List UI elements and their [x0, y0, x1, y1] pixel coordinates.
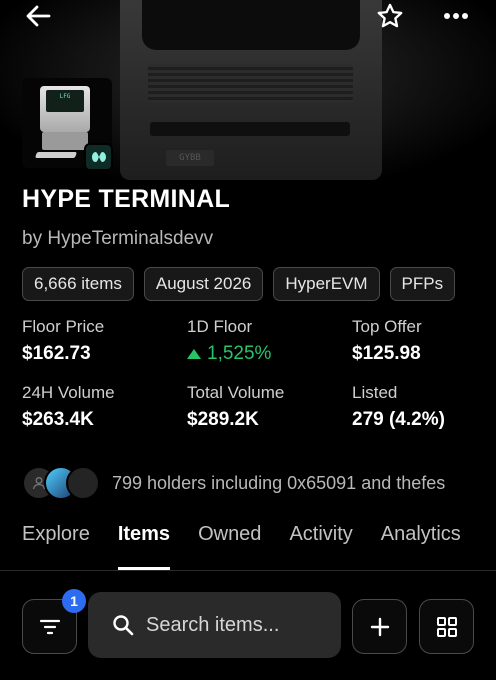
holders-summary[interactable]: 799 holders including 0x65091 and thefes: [22, 466, 445, 500]
avatar-screen-text: LFG: [46, 90, 84, 112]
banner-disk-slot: [150, 122, 350, 136]
tab-activity[interactable]: Activity: [261, 523, 352, 570]
plus-icon: [370, 617, 389, 636]
stat-label: Floor Price: [22, 317, 105, 336]
tab-explore[interactable]: Explore: [0, 523, 90, 570]
favorite-button[interactable]: [370, 0, 410, 32]
stat-label: Total Volume: [187, 383, 285, 402]
stat-value-change: 1,525%: [187, 343, 352, 365]
chip-chain[interactable]: HyperEVM: [273, 267, 380, 301]
stat-label: Top Offer: [352, 317, 422, 336]
banner-screen: [142, 0, 360, 50]
stat-value: 1,525%: [207, 343, 272, 364]
stat-label: Listed: [352, 383, 398, 402]
tab-owned[interactable]: Owned: [170, 523, 261, 570]
stat-value: $289.2K: [187, 409, 259, 430]
chain-badge: [84, 143, 113, 171]
stat-label: 1D Floor: [187, 317, 253, 336]
stat-24h-volume: 24H Volume $263.4K: [22, 383, 187, 431]
creator-link[interactable]: by HypeTerminalsdevv: [22, 228, 213, 250]
grid-view-button[interactable]: [419, 599, 474, 654]
more-dots-icon: [444, 13, 468, 19]
search-icon: [113, 615, 134, 636]
search-input[interactable]: [146, 613, 326, 637]
collection-stats: Floor Price $162.73 1D Floor 1,525% Top …: [22, 317, 492, 431]
tab-analytics[interactable]: Analytics: [353, 523, 461, 570]
collection-chips: 6,666 items August 2026 HyperEVM PFPs: [22, 267, 496, 301]
trend-up-icon: [187, 349, 201, 359]
collection-title: HYPE TERMINAL: [22, 185, 231, 213]
search-box[interactable]: [88, 592, 341, 658]
hyperliquid-icon: [91, 152, 106, 162]
add-button[interactable]: [352, 599, 407, 654]
chip-category[interactable]: PFPs: [389, 267, 456, 301]
stat-label: 24H Volume: [22, 383, 115, 402]
banner-grill: [148, 64, 353, 102]
more-options-button[interactable]: [436, 0, 476, 32]
stat-value: $162.73: [22, 343, 91, 364]
avatar-keyboard: [34, 152, 78, 158]
arrow-left-icon: [26, 5, 51, 27]
stat-listed: Listed 279 (4.2%): [352, 383, 492, 431]
banner-label: GYBB: [166, 150, 214, 166]
holders-text: 799 holders including 0x65091 and thefes: [112, 472, 446, 493]
filter-icon: [39, 619, 60, 634]
stat-value: 279 (4.2%): [352, 409, 445, 430]
back-button[interactable]: [18, 0, 58, 32]
chip-date[interactable]: August 2026: [143, 267, 264, 301]
stat-total-volume: Total Volume $289.2K: [187, 383, 352, 431]
star-icon: [377, 3, 403, 28]
stat-1d-floor: 1D Floor 1,525%: [187, 317, 352, 365]
tab-items[interactable]: Items: [90, 523, 171, 570]
filter-count-badge: 1: [62, 589, 86, 613]
stat-value: $263.4K: [22, 409, 94, 430]
stat-floor-price: Floor Price $162.73: [22, 317, 187, 365]
stat-top-offer: Top Offer $125.98: [352, 317, 492, 365]
chip-items-count[interactable]: 6,666 items: [22, 267, 134, 301]
grid-icon: [436, 616, 457, 637]
items-toolbar: 1: [0, 589, 496, 658]
tab-bar: Explore Items Owned Activity Analytics: [0, 523, 496, 571]
avatar-computer-base: [42, 132, 88, 150]
holder-avatar: [66, 466, 100, 500]
stat-value: $125.98: [352, 343, 421, 364]
